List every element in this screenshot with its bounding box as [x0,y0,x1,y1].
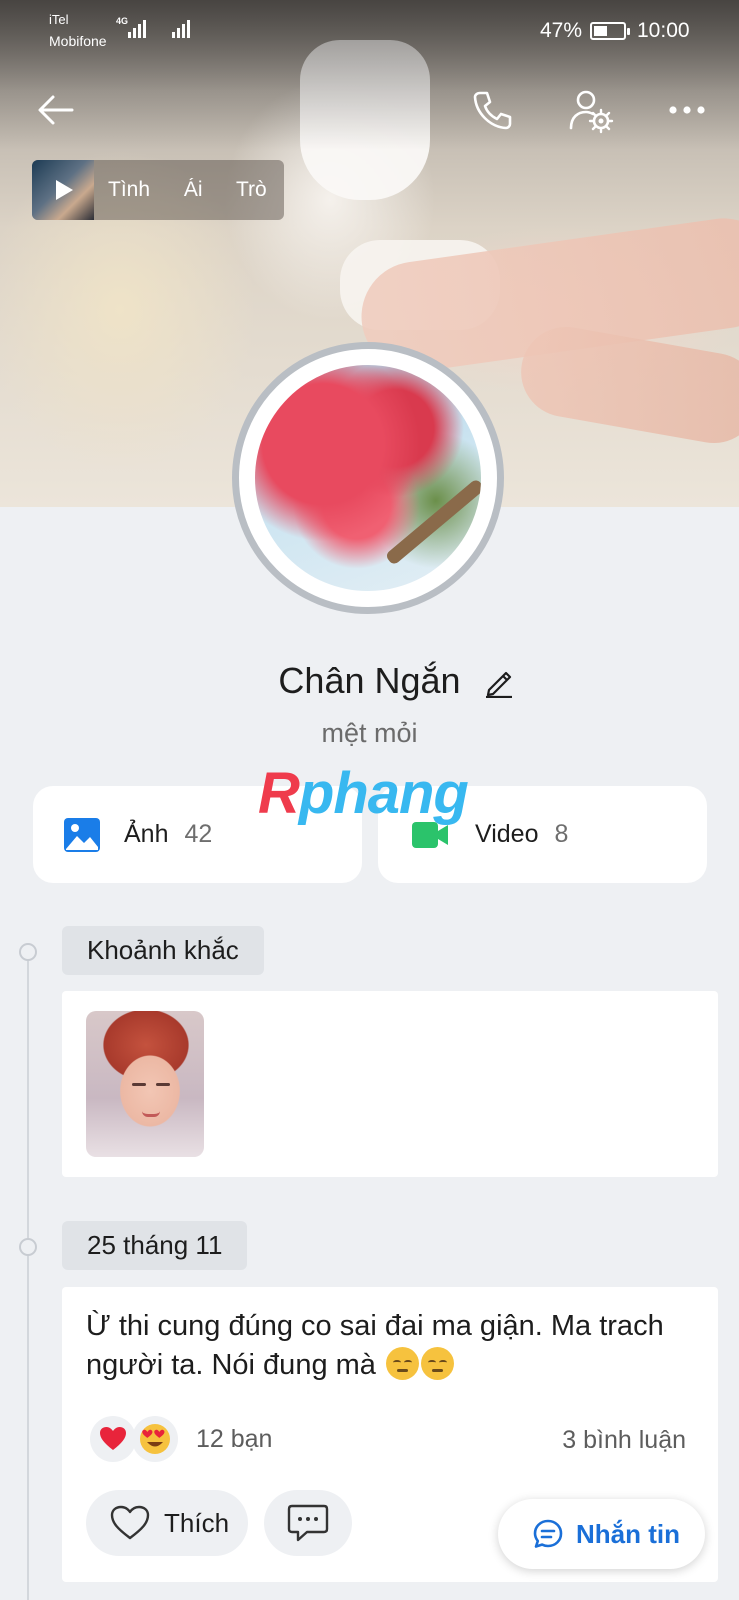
moment-detail [132,1083,146,1086]
heart-eyes-reaction-icon [132,1416,178,1462]
chat-bubble-icon [533,1519,563,1548]
moment-detail [142,1111,160,1117]
phone-icon [473,91,512,130]
avatar-image [255,365,481,591]
signal-icon [172,20,190,38]
post-text-wrapper: Ừ thi cung đúng co sai đai ma giận. Ma t… [86,1307,701,1385]
moments-label: Khoảnh khắc [62,926,264,975]
watermark-first: R [258,761,300,826]
comment-icon [287,1504,329,1542]
music-title: Tình Ái Trò [108,178,267,201]
battery-icon [590,22,630,40]
more-dots-icon [669,106,705,114]
videos-count: 8 [554,820,569,848]
watermark: Rphang [258,760,469,827]
music-thumbnail [32,160,94,220]
reactions-count: 12 bạn [196,1424,273,1453]
network-type: 4G [116,16,129,26]
call-button[interactable] [470,88,514,132]
moment-thumbnail[interactable] [86,1011,204,1157]
moment-detail [156,1083,170,1086]
carrier-2: Mobifone [49,33,107,49]
pensive-face-emoji [385,1347,419,1380]
timeline-dot [19,943,37,961]
avatar[interactable] [232,342,504,614]
profile-name: Chân Ngắn [278,660,461,701]
watermark-rest: phang [298,761,469,826]
carrier-1: iTel [49,12,69,27]
comments-count[interactable]: 3 bình luận [562,1426,686,1455]
moments-card [62,991,718,1177]
pencil-icon [486,671,512,699]
pensive-face-emoji [420,1347,454,1380]
battery-percent: 47% [540,19,583,42]
heart-reaction-icon [90,1416,136,1462]
avatar-detail [384,478,481,566]
post-text: Ừ thi cung đúng co sai đai ma giận. Ma t… [86,1310,664,1381]
post-date: 25 tháng 11 [62,1221,248,1270]
battery-fill [594,26,607,36]
cover-detail [514,319,739,451]
like-label: Thích [164,1507,230,1538]
heart-outline-icon [110,1505,150,1540]
user-settings-icon [569,90,614,134]
photos-count: 42 [184,820,213,848]
timeline-line [27,950,29,1600]
edit-name-button[interactable] [484,666,514,699]
profile-settings-button[interactable] [568,88,614,134]
back-button[interactable] [34,88,78,132]
profile-music-chip[interactable]: Tình Ái Trò [32,160,284,220]
timeline-dot [19,1238,37,1256]
photos-label: Ảnh [124,820,169,848]
comment-button[interactable] [264,1490,352,1556]
profile-status: mệt mỏi [321,718,418,748]
like-button[interactable]: Thích [86,1490,248,1556]
message-button[interactable]: Nhắn tin [498,1499,705,1569]
reactions-summary[interactable]: 12 bạn [90,1416,272,1462]
play-icon [56,180,73,200]
status-bar: iTel Mobifone 4G 47% 10:00 [0,0,739,60]
more-options-button[interactable] [664,88,710,132]
videos-label: Video [475,820,539,848]
arrow-left-icon [38,95,74,125]
message-label: Nhắn tin [576,1518,680,1549]
image-icon [64,817,100,852]
clock: 10:00 [637,19,690,42]
signal-icon [128,20,146,38]
